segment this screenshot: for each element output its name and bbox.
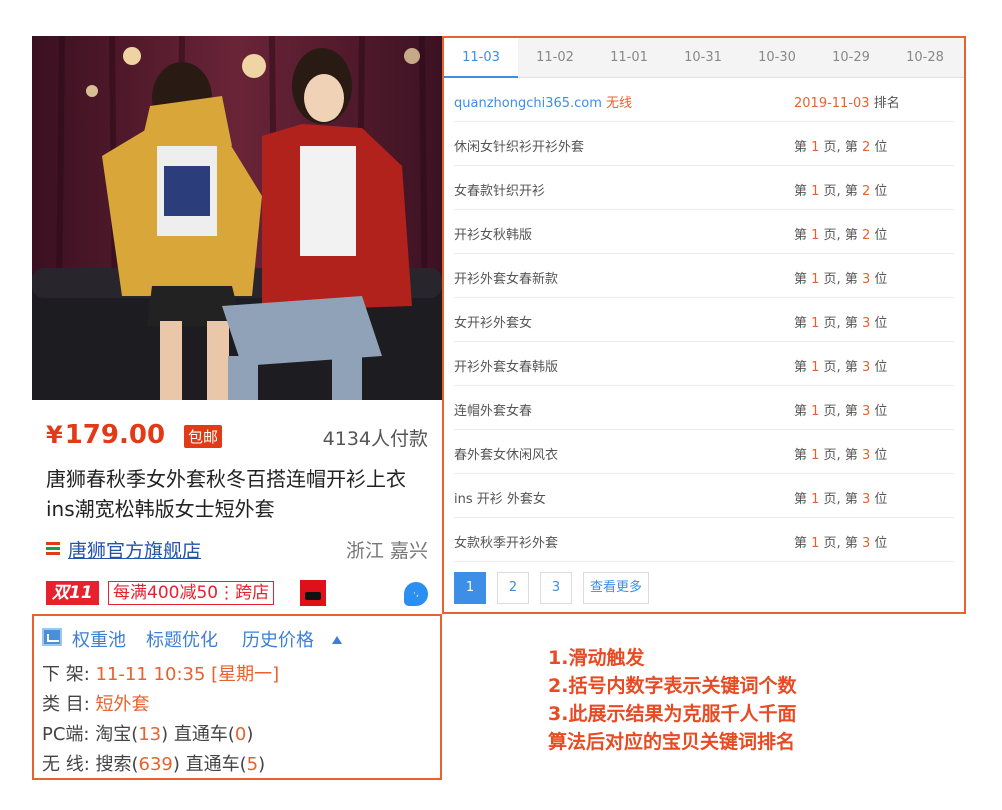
wireless-keyword-stats: 无 线: 搜索(639) 直通车(5) xyxy=(42,754,266,775)
keyword: 开衫女秋韩版 xyxy=(454,228,533,243)
keyword-ranking-panel: 11-03 11-02 11-01 10-31 10-30 10-29 10-2… xyxy=(442,36,966,614)
price-row: ¥179.00 包邮 4134人付款 xyxy=(46,420,428,454)
note-2: 2.括号内数字表示关键词个数 xyxy=(548,675,797,697)
rank-position: 第 1 页, 第 3 位 xyxy=(794,404,888,419)
table-row: 女开衫外套女 第 1 页, 第 3 位 xyxy=(454,298,954,342)
keyword: 开衫外套女春韩版 xyxy=(454,360,559,375)
sales-count: 4134人付款 xyxy=(322,428,428,450)
note-4: 算法后对应的宝贝关键词排名 xyxy=(548,731,796,753)
date-tabs: 11-03 11-02 11-01 10-31 10-30 10-29 10-2… xyxy=(444,38,964,78)
title-optimize-button[interactable]: 标题优化 xyxy=(146,626,218,652)
tab-10-29[interactable]: 10-29 xyxy=(814,38,888,78)
rank-position: 第 1 页, 第 3 位 xyxy=(794,536,888,551)
table-row: 春外套女休闲风衣 第 1 页, 第 3 位 xyxy=(454,430,954,474)
keyword: ins 开衫 外套女 xyxy=(454,492,546,507)
product-price: ¥179.00 xyxy=(46,420,166,450)
product-card[interactable]: ¥179.00 包邮 4134人付款 唐狮春秋季女外套秋冬百搭连帽开衫上衣ins… xyxy=(32,36,442,612)
caret-up-icon[interactable] xyxy=(332,636,342,644)
shop-link[interactable]: 唐狮官方旗舰店 xyxy=(68,536,201,563)
double-eleven-tag: 双11 xyxy=(46,581,99,605)
keyword: 开衫外套女春新款 xyxy=(454,272,559,287)
tmall-icon[interactable] xyxy=(300,580,326,606)
plugin-logo-icon xyxy=(42,628,62,646)
table-row: 开衫女秋韩版 第 1 页, 第 2 位 xyxy=(454,210,954,254)
pc-keyword-stats: PC端: 淘宝(13) 直通车(0) xyxy=(42,724,254,745)
tab-11-03[interactable]: 11-03 xyxy=(444,38,518,78)
tab-10-30[interactable]: 10-30 xyxy=(740,38,814,78)
keyword: 女开衫外套女 xyxy=(454,316,533,331)
page-2-button[interactable]: 2 xyxy=(497,572,529,604)
rank-position: 第 1 页, 第 3 位 xyxy=(794,360,888,375)
page-3-button[interactable]: 3 xyxy=(540,572,572,604)
table-row: 休闲女针织衫开衫外套 第 1 页, 第 2 位 xyxy=(454,122,954,166)
tab-11-02[interactable]: 11-02 xyxy=(518,38,592,78)
table-row: 连帽外套女春 第 1 页, 第 3 位 xyxy=(454,386,954,430)
plugin-toolbar: 权重池 标题优化 历史价格 xyxy=(42,626,432,652)
keyword: 女春款针织开衫 xyxy=(454,184,546,199)
keyword: 连帽外套女春 xyxy=(454,404,533,419)
ranking-date: 2019-11-03 排名 xyxy=(794,96,900,111)
chat-bubble-icon[interactable]: ·, xyxy=(404,582,428,606)
weight-pool-button[interactable]: 权重池 xyxy=(72,626,126,652)
keyword: 休闲女针织衫开衫外套 xyxy=(454,140,585,155)
view-more-button[interactable]: 查看更多 xyxy=(583,572,649,604)
page-1-button[interactable]: 1 xyxy=(454,572,486,604)
product-photo[interactable] xyxy=(32,36,442,400)
free-shipping-badge: 包邮 xyxy=(184,425,223,448)
offline-time: 下 架: 11-11 10:35 [星期一] xyxy=(42,664,280,685)
tab-11-01[interactable]: 11-01 xyxy=(592,38,666,78)
table-row: ins 开衫 外套女 第 1 页, 第 3 位 xyxy=(454,474,954,518)
rank-position: 第 1 页, 第 2 位 xyxy=(794,140,888,155)
promo-row: 双11 每满400减50⋮跨店 ·, xyxy=(46,580,428,608)
note-3: 3.此展示结果为克服千人千面 xyxy=(548,703,797,725)
price-history-button[interactable]: 历史价格 xyxy=(242,626,314,652)
table-row: 开衫外套女春新款 第 1 页, 第 3 位 xyxy=(454,254,954,298)
keyword: 春外套女休闲风衣 xyxy=(454,448,559,463)
note-1: 1.滑动触发 xyxy=(548,647,645,669)
rank-position: 第 1 页, 第 3 位 xyxy=(794,448,888,463)
product-photo-illustration xyxy=(32,36,442,400)
rank-position: 第 1 页, 第 2 位 xyxy=(794,184,888,199)
rank-position: 第 1 页, 第 3 位 xyxy=(794,316,888,331)
keyword: 女款秋季开衫外套 xyxy=(454,536,559,551)
coupon-tag[interactable]: 每满400减50⋮跨店 xyxy=(108,581,275,605)
tab-10-31[interactable]: 10-31 xyxy=(666,38,740,78)
rank-position: 第 1 页, 第 2 位 xyxy=(794,228,888,243)
product-title[interactable]: 唐狮春秋季女外套秋冬百搭连帽开衫上衣ins潮宽松韩版女士短外套 xyxy=(46,464,428,524)
shop-stripe-icon xyxy=(46,542,60,556)
table-row: 女款秋季开衫外套 第 1 页, 第 3 位 xyxy=(454,518,954,562)
category: 类 目: 短外套 xyxy=(42,694,150,715)
ranking-header: quanzhongchi365.com 无线 2019-11-03 排名 xyxy=(454,78,954,122)
shop-location: 浙江 嘉兴 xyxy=(345,540,428,562)
rank-position: 第 1 页, 第 3 位 xyxy=(794,272,888,287)
notes: 1.滑动触发 2.括号内数字表示关键词个数 3.此展示结果为克服千人千面 算法后… xyxy=(548,644,878,756)
plugin-panel: 权重池 标题优化 历史价格 下 架: 11-11 10:35 [星期一] 类 目… xyxy=(32,614,442,780)
tab-10-28[interactable]: 10-28 xyxy=(888,38,962,78)
shop-row: 唐狮官方旗舰店 浙江 嘉兴 xyxy=(46,536,428,564)
table-row: 女春款针织开衫 第 1 页, 第 2 位 xyxy=(454,166,954,210)
rank-position: 第 1 页, 第 3 位 xyxy=(794,492,888,507)
site-label[interactable]: quanzhongchi365.com 无线 xyxy=(454,92,632,111)
table-row: 开衫外套女春韩版 第 1 页, 第 3 位 xyxy=(454,342,954,386)
